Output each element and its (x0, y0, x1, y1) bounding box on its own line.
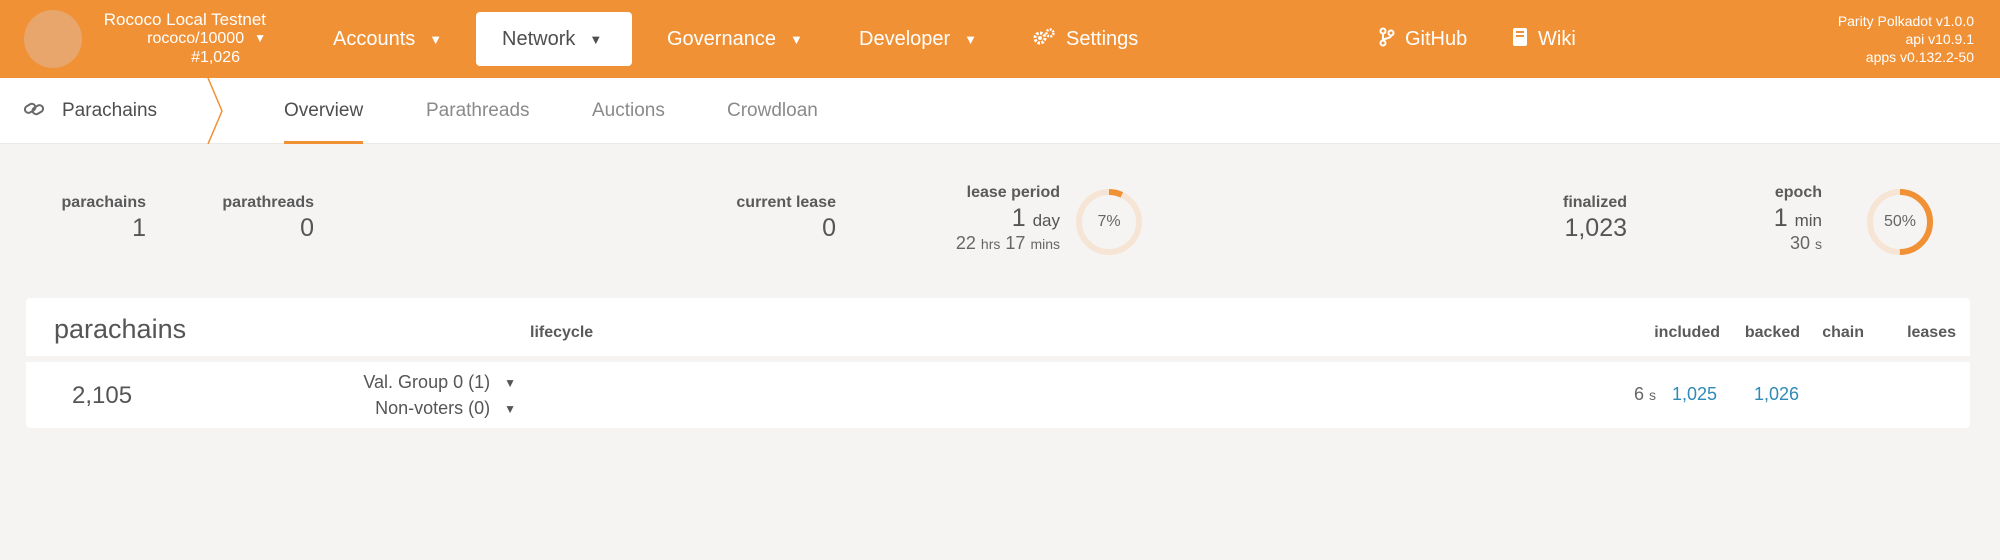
val-group-toggle[interactable]: Val. Group 0 (1) ▼ (363, 372, 516, 393)
lease-period-days: 1 (1011, 204, 1026, 232)
nav-github[interactable]: GitHub (1379, 12, 1467, 66)
included-block-link[interactable]: 1,025 (1672, 384, 1717, 405)
summary-parachains-value: 1 (132, 214, 146, 242)
tab-parathreads[interactable]: Parathreads (426, 78, 530, 144)
client-version: Parity Polkadot v1.0.0 (1837, 13, 1974, 29)
parachain-id: 2,105 (72, 382, 133, 409)
summary-epoch: epoch 1 min 30 s (1774, 184, 1822, 254)
chevron-down-icon: ▼ (254, 31, 266, 45)
non-voters-label: Non-voters (0) (375, 398, 491, 418)
apps-version: apps v0.132.2-50 (1865, 49, 1974, 65)
nav-wiki-label: Wiki (1538, 27, 1576, 50)
lease-period-hrs-unit: hrs (980, 236, 1001, 252)
column-lifecycle: lifecycle (530, 324, 594, 341)
summary-parathreads-value: 0 (300, 214, 314, 242)
chevron-down-icon: ▼ (429, 31, 443, 47)
lease-period-hrs: 22 (955, 233, 976, 253)
chevron-down-icon: ▼ (504, 401, 516, 416)
nav-settings[interactable]: Settings (1032, 12, 1138, 66)
lease-period-days-unit: day (1032, 211, 1060, 230)
summary-parachains-label: parachains (61, 194, 146, 211)
last-included-time-value: 6 (1633, 384, 1644, 404)
epoch-min-unit: min (1794, 211, 1822, 230)
summary-parathreads: parathreads 0 (222, 194, 314, 243)
section-title: Parachains (23, 78, 158, 144)
chain-logo[interactable] (24, 10, 82, 68)
chevron-down-icon: ▼ (589, 31, 603, 47)
nav-developer[interactable]: Developer ▼ (859, 12, 977, 66)
breadcrumb-separator (207, 78, 223, 144)
column-chain: chain (1822, 324, 1864, 341)
epoch-percent: 50% (1883, 213, 1917, 230)
summary-epoch-label: epoch (1774, 184, 1822, 201)
summary-current-lease: current lease 0 (736, 194, 836, 243)
tab-crowdloan[interactable]: Crowdloan (727, 78, 818, 144)
nav-settings-label: Settings (1066, 27, 1139, 50)
chevron-down-icon: ▼ (964, 31, 978, 47)
api-version: api v10.9.1 (1905, 31, 1975, 47)
chain-name: Rococo Local Testnet (103, 10, 266, 29)
nav-governance[interactable]: Governance ▼ (667, 12, 803, 66)
epoch-min: 1 (1773, 204, 1788, 232)
summary-parathreads-label: parathreads (222, 194, 314, 211)
tab-parathreads-label: Parathreads (426, 100, 530, 121)
chain-selector[interactable]: Rococo Local Testnet rococo/10000 ▼ #1,0… (96, 10, 266, 67)
lease-period-mins-unit: mins (1030, 236, 1060, 252)
non-voters-toggle[interactable]: Non-voters (0) ▼ (375, 398, 516, 419)
column-included: included (1654, 324, 1720, 341)
tab-auctions-label: Auctions (592, 100, 665, 121)
parachains-table-header: parachains lifecycle included backed cha… (26, 298, 1970, 356)
summary-current-lease-value: 0 (822, 214, 836, 242)
summary-finalized-value: 1,023 (1564, 214, 1627, 242)
tab-crowdloan-label: Crowdloan (727, 100, 818, 121)
nav-wiki[interactable]: Wiki (1512, 12, 1576, 66)
lease-period-percent: 7% (1097, 213, 1121, 230)
book-icon (1512, 27, 1528, 52)
tab-auctions[interactable]: Auctions (592, 78, 665, 144)
nav-accounts-label: Accounts (333, 27, 416, 50)
column-leases: leases (1907, 324, 1956, 341)
sub-navigation: Parachains Overview Parathreads Auctions… (0, 78, 2000, 144)
summary-finalized: finalized 1,023 (1563, 194, 1627, 243)
nav-accounts[interactable]: Accounts ▼ (333, 12, 442, 66)
epoch-sec-unit: s (1815, 236, 1822, 252)
summary-current-lease-label: current lease (736, 194, 836, 211)
summary-lease-period: lease period 1 day 22 hrs 17 mins (956, 184, 1060, 254)
tab-overview-label: Overview (284, 100, 364, 121)
last-included-time: 6 s (1634, 384, 1656, 405)
summary-finalized-label: finalized (1562, 194, 1627, 211)
nav-developer-label: Developer (859, 27, 951, 50)
section-title-label: Parachains (62, 100, 158, 121)
table-row: 2,105 Val. Group 0 (1) ▼ Non-voters (0) … (26, 362, 1970, 428)
gears-icon (1032, 27, 1056, 52)
top-bar: Rococo Local Testnet rococo/10000 ▼ #1,0… (0, 0, 2000, 78)
backed-block-link[interactable]: 1,026 (1754, 384, 1799, 405)
chevron-down-icon: ▼ (504, 375, 516, 390)
chevron-down-icon: ▼ (789, 31, 803, 47)
nav-github-label: GitHub (1405, 27, 1468, 50)
tab-overview[interactable]: Overview (272, 78, 375, 144)
nav-network-label: Network (502, 27, 576, 50)
summary-parachains: parachains 1 (62, 194, 146, 243)
last-included-time-unit: s (1649, 387, 1656, 403)
val-group-label: Val. Group 0 (1) (363, 372, 491, 392)
lease-period-mins: 17 (1005, 233, 1026, 253)
chain-spec: rococo/10000 (147, 30, 245, 47)
column-backed: backed (1744, 324, 1800, 341)
summary-lease-period-label: lease period (966, 184, 1060, 201)
code-branch-icon (1379, 27, 1395, 52)
link-icon (23, 102, 45, 121)
version-info: Parity Polkadot v1.0.0 api v10.9.1 apps … (1838, 12, 1974, 66)
nav-network[interactable]: Network ▼ (476, 12, 632, 66)
parachains-table-title: parachains (54, 314, 187, 344)
nav-governance-label: Governance (667, 27, 776, 50)
best-block-number: #1,026 (191, 49, 240, 66)
epoch-sec: 30 (1789, 233, 1810, 253)
